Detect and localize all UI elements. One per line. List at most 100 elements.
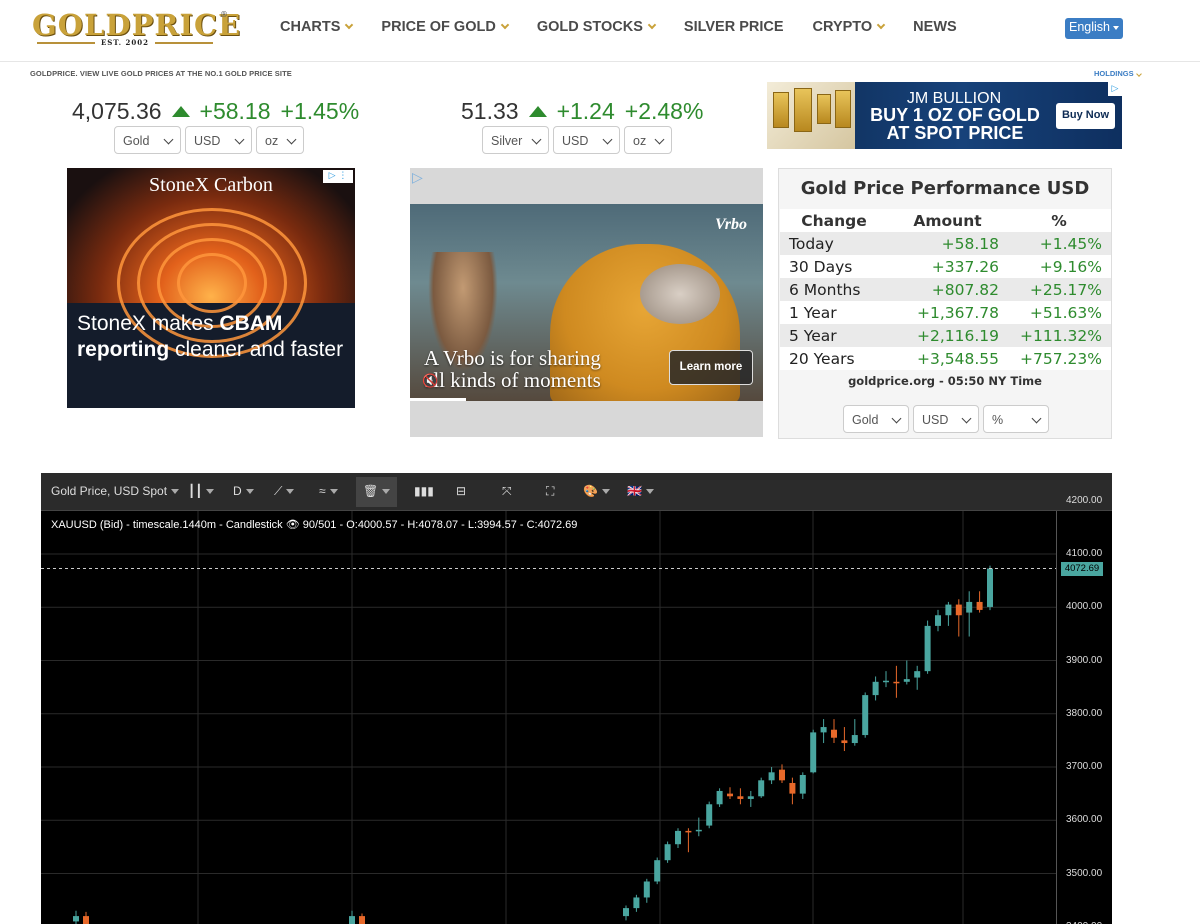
candle-down — [727, 793, 733, 797]
metal-select[interactable]: Silver — [482, 126, 549, 154]
menu-item-charts[interactable]: CHARTS — [280, 19, 354, 35]
gold-price-chart[interactable]: Gold Price, USD Spot ┃┃ D ⟋ ≈ 🗑 ▮▮▮ ⊟ ⤧ … — [41, 473, 1112, 924]
gold-price-percent: +1.45% — [280, 98, 360, 124]
learn-more-button[interactable]: Learn more — [669, 350, 753, 385]
candle-down — [83, 916, 89, 924]
currency-select[interactable]: USD — [913, 405, 979, 433]
chevron-down-icon — [345, 20, 354, 30]
language-select[interactable]: English — [1065, 18, 1123, 39]
candle-up — [799, 774, 806, 794]
fullscreen-button[interactable]: ⤧ — [502, 484, 512, 499]
currency-select[interactable]: USD — [553, 126, 620, 154]
change-amount: +3,548.55 — [888, 347, 1007, 370]
price-axis-label: 3500.00 — [1066, 867, 1103, 879]
candle-up — [862, 695, 869, 736]
indicators-button[interactable]: ≈ — [319, 484, 338, 498]
vrbo-caption: A Vrbo is for sharing all kinds of moment… — [424, 346, 601, 392]
gold-bar — [835, 90, 851, 128]
candle-up — [747, 796, 754, 799]
goldprice-logo[interactable]: GOLDPRICE ® EST. 2002 — [30, 8, 240, 52]
candle-down — [779, 769, 785, 781]
adchoices-icon[interactable]: ▷ ⋮ — [323, 170, 353, 183]
jm-bullion-ad[interactable]: JM BULLION BUY 1 OZ OF GOLD AT SPOT PRICE… — [767, 82, 1122, 149]
candle-down — [789, 782, 796, 794]
menu-item-price-of-gold[interactable]: PRICE OF GOLD — [381, 19, 510, 35]
volume-button[interactable]: ▮▮▮ — [414, 484, 434, 498]
menu-item-gold-stocks[interactable]: GOLD STOCKS — [537, 19, 657, 35]
table-header-row: Change Amount % — [780, 209, 1111, 232]
theme-button[interactable]: 🎨 — [583, 484, 610, 498]
performance-timestamp: goldprice.org - 05:50 NY Time — [848, 374, 1042, 388]
candle-up — [872, 681, 879, 696]
stonex-title: StoneX Carbon — [149, 174, 273, 196]
silver-price-change: +1.24 — [556, 98, 615, 124]
menu-item-silver-price[interactable]: SILVER PRICE — [684, 19, 784, 35]
gold-ticker-selects: Gold USD oz — [114, 126, 304, 154]
adchoices-icon[interactable]: ▷ — [1108, 82, 1122, 96]
top-nav: GOLDPRICE ® EST. 2002 CHARTS PRICE OF GO… — [0, 0, 1200, 62]
logo-registered-mark: ® — [220, 10, 228, 19]
indicator-icon: ≈ — [319, 484, 326, 498]
chevron-down-icon — [234, 134, 245, 145]
performance-table: Change Amount % Today +58.18 +1.45% 30 Day… — [780, 209, 1111, 370]
metal-select[interactable]: Gold — [843, 405, 909, 433]
video-progress-bar — [410, 398, 466, 401]
chart-info-line: XAUUSD (Bid) - timescale.1440m - Candles… — [51, 519, 578, 531]
interval-select[interactable]: D — [233, 484, 254, 498]
draw-line-button[interactable]: ⟋ — [274, 484, 295, 499]
column-header: Amount — [888, 209, 1007, 232]
buy-now-button[interactable]: Buy Now — [1056, 103, 1115, 129]
chevron-down-icon — [654, 134, 665, 145]
candle-up — [820, 727, 827, 733]
delete-button[interactable]: 🗑 — [363, 484, 391, 498]
stonex-body: StoneX makes CBAM reporting cleaner and f… — [77, 312, 344, 361]
caret-down-icon — [171, 489, 180, 495]
chart-type-button[interactable]: ┃┃ — [188, 484, 215, 498]
menu-item-crypto[interactable]: CRYPTO — [813, 19, 886, 35]
vrbo-video-ad[interactable]: Vrbo A Vrbo is for sharing all kinds of m… — [410, 204, 763, 401]
page: GOLDPRICE ® EST. 2002 CHARTS PRICE OF GO… — [0, 0, 1200, 924]
language-flag-button[interactable]: 🇬🇧 — [627, 484, 654, 498]
candle-down — [685, 830, 692, 833]
change-percent: +757.23% — [1007, 347, 1111, 370]
currency-select[interactable]: USD — [185, 126, 252, 154]
silver-price-ticker: 51.33 +1.24 +2.48% — [461, 98, 713, 125]
chevron-down-icon — [961, 413, 972, 424]
mode-select[interactable]: % — [983, 405, 1049, 433]
chevron-down-icon — [163, 134, 174, 145]
change-amount: +807.82 — [888, 278, 1007, 301]
period-label: 6 Months — [780, 278, 888, 301]
mute-icon[interactable]: 🔇 — [422, 374, 438, 389]
adchoices-icon[interactable]: ▷ — [412, 170, 423, 186]
unit-select[interactable]: oz — [256, 126, 304, 154]
line-tool-icon: ⟋ — [274, 484, 283, 498]
gold-price-change: +58.18 — [199, 98, 271, 124]
eye-icon[interactable]: 👁 — [286, 519, 300, 531]
candle-up — [706, 804, 713, 826]
candle-up — [914, 671, 921, 678]
unit-select[interactable]: oz — [624, 126, 672, 154]
metal-select[interactable]: Gold — [114, 126, 181, 154]
coil-ring — [177, 253, 247, 313]
stonex-ad[interactable]: StoneX Carbon ▷ ⋮ StoneX makes CBAM repor… — [67, 168, 355, 408]
chevron-down-icon — [286, 134, 297, 145]
caret-down-icon — [645, 489, 654, 495]
screenshot-button[interactable]: ⛶ — [546, 484, 554, 499]
holdings-link[interactable]: HOLDINGS — [1094, 69, 1142, 78]
candle-up — [758, 780, 765, 797]
hat-image — [640, 264, 720, 324]
layout-button[interactable]: ⊟ — [456, 484, 466, 498]
symbol-select[interactable]: Gold Price, USD Spot — [51, 484, 180, 498]
chevron-down-icon — [1135, 71, 1142, 77]
chevron-down-icon — [876, 20, 886, 30]
change-percent: +9.16% — [1007, 255, 1111, 278]
uk-flag-icon: 🇬🇧 — [627, 484, 642, 498]
menu-item-news[interactable]: NEWS — [913, 19, 957, 35]
candle-up — [716, 790, 723, 805]
layout-icon: ⊟ — [456, 484, 467, 498]
trash-icon: 🗑 — [363, 484, 379, 498]
change-percent: +111.32% — [1007, 324, 1111, 347]
caret-down-icon — [329, 489, 338, 495]
silver-price-percent: +2.48% — [624, 98, 704, 124]
gold-performance-panel: Gold Price Performance USD Change Amount… — [778, 168, 1112, 439]
